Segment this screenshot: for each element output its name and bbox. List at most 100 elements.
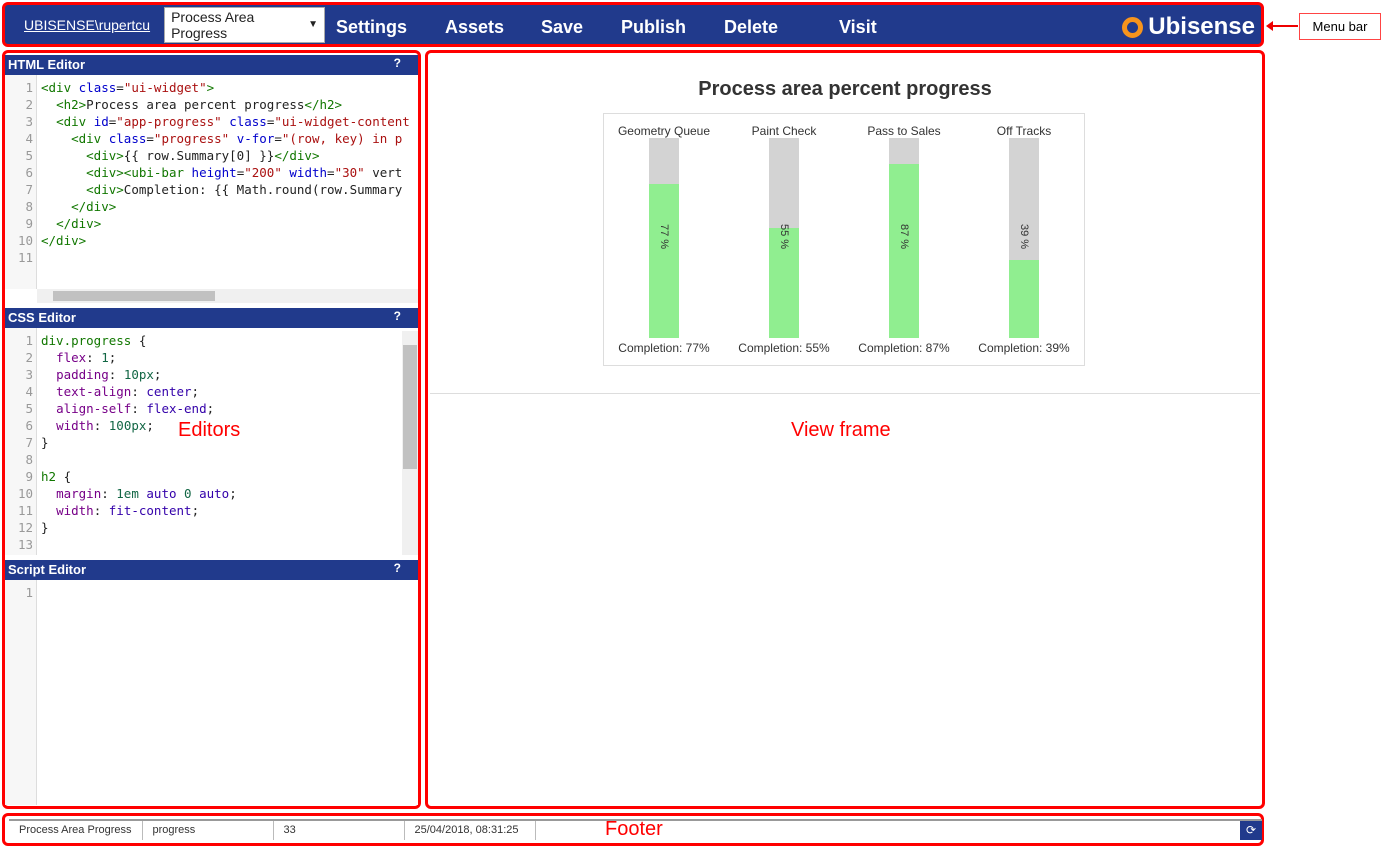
code-text: <div id="app-progress" class="ui-widget-…	[56, 114, 410, 129]
css-editor-help-button[interactable]: ?	[394, 309, 401, 323]
view-frame-annotation: View frame	[791, 419, 891, 441]
line-number: 9	[25, 469, 33, 484]
code-line: 7 <div>Completion: {{ Math.round(row.Sum…	[5, 181, 418, 198]
html-editor[interactable]: 1 <div class="ui-widget"> 2 <h2>Process ar…	[5, 75, 418, 289]
code-line: 9 </div>	[5, 215, 418, 232]
code-text: h2 {	[41, 469, 72, 484]
progress-bar-fill	[649, 184, 679, 338]
chart-title: Process area percent progress	[698, 78, 992, 100]
line-number: 11	[17, 503, 33, 518]
line-number: 13	[17, 537, 33, 552]
script-editor-header: Script Editor?	[5, 560, 418, 580]
code-text: margin: 1em auto 0 auto;	[56, 486, 237, 501]
code-line: 2 <h2>Process area percent progress</h2>	[5, 96, 418, 113]
logo-icon	[1122, 16, 1144, 38]
ubisense-logo: Ubisense	[1122, 13, 1255, 41]
line-number: 9	[25, 216, 33, 231]
code-text: div.progress {	[41, 333, 147, 348]
line-number: 12	[17, 520, 33, 535]
bar-value-label: 77 %	[658, 224, 670, 250]
delete-button[interactable]: Delete	[724, 17, 778, 38]
code-text: }	[41, 520, 49, 535]
assets-button[interactable]: Assets	[445, 17, 504, 38]
publish-button[interactable]: Publish	[621, 17, 686, 38]
code-line: 1	[5, 584, 418, 601]
progress-bar-fill	[889, 164, 919, 338]
progress-chart: Geometry Queue 77 % Completion: 77% Paint C…	[603, 113, 1085, 366]
bar-value-label: 39 %	[1018, 224, 1030, 250]
progress-bar-track: 77 %	[649, 138, 679, 338]
line-number: 7	[25, 182, 33, 197]
line-number: 7	[25, 435, 33, 450]
divider	[430, 393, 1260, 394]
line-number: 5	[25, 401, 33, 416]
save-button[interactable]: Save	[541, 17, 583, 38]
code-text: </div>	[56, 216, 102, 231]
line-number: 8	[25, 452, 33, 467]
code-text: <div><ubi-bar height="200" width="30" ve…	[86, 165, 403, 180]
code-text: text-align: center;	[56, 384, 200, 399]
footer-annotation: Footer	[605, 818, 663, 840]
progress-bar-track: 55 %	[769, 138, 799, 338]
code-line: 11 width: fit-content;	[5, 502, 418, 519]
code-line: 9 h2 {	[5, 468, 418, 485]
line-number: 2	[25, 97, 33, 112]
line-number: 1	[25, 585, 33, 600]
line-number: 10	[17, 233, 33, 248]
code-line: 3 <div id="app-progress" class="ui-widge…	[5, 113, 418, 130]
code-text: flex: 1;	[56, 350, 117, 365]
settings-button[interactable]: Settings	[336, 17, 407, 38]
line-number: 3	[25, 114, 33, 129]
code-line: 11	[5, 249, 418, 266]
code-text: width: 100px;	[56, 418, 154, 433]
refresh-icon[interactable]: ⟳	[1240, 821, 1262, 840]
widget-select-value: Process Area Progress	[171, 8, 255, 41]
code-line: 1 div.progress {	[5, 332, 418, 349]
code-line: 3 padding: 10px;	[5, 366, 418, 383]
script-editor-help-button[interactable]: ?	[394, 561, 401, 575]
completion-label: Completion: 87%	[858, 341, 950, 355]
css-editor-header: CSS Editor?	[5, 308, 418, 328]
code-text: width: fit-content;	[56, 503, 200, 518]
visit-button[interactable]: Visit	[839, 17, 877, 38]
user-link[interactable]: UBISENSE\rupertcu	[24, 17, 150, 33]
bar-value-label: 55 %	[778, 224, 790, 250]
completion-label: Completion: 77%	[618, 341, 710, 355]
css-editor-vscrollbar[interactable]	[402, 331, 418, 555]
footer-count: 33	[274, 821, 405, 840]
code-line: 2 flex: 1;	[5, 349, 418, 366]
line-number: 4	[25, 384, 33, 399]
script-editor[interactable]: 1	[5, 580, 418, 805]
line-number: 3	[25, 367, 33, 382]
code-text: </div>	[41, 233, 87, 248]
menu-bar-annotation: Menu bar	[1299, 13, 1381, 40]
widget-select[interactable]: Process Area Progress ▼	[164, 6, 326, 43]
line-number: 6	[25, 165, 33, 180]
code-line: 4 text-align: center;	[5, 383, 418, 400]
code-line: 10 </div>	[5, 232, 418, 249]
line-number: 10	[17, 486, 33, 501]
category-label: Geometry Queue	[617, 124, 711, 138]
line-number: 4	[25, 131, 33, 146]
bar-value-label: 87 %	[898, 224, 910, 250]
progress-bar-track: 39 %	[1009, 138, 1039, 338]
category-label: Off Tracks	[996, 124, 1052, 138]
editors-annotation: Editors	[178, 419, 241, 441]
progress-bar-fill	[1009, 260, 1039, 338]
annotation-arrow	[1266, 21, 1298, 31]
category-label: Paint Check	[751, 124, 817, 138]
line-number: 5	[25, 148, 33, 163]
code-line: 12}	[5, 519, 418, 536]
line-number: 2	[25, 350, 33, 365]
code-line: 4 <div class="progress" v-for="(row, key…	[5, 130, 418, 147]
html-editor-help-button[interactable]: ?	[394, 56, 401, 70]
code-text: <h2>Process area percent progress</h2>	[56, 97, 343, 112]
code-line: 10 margin: 1em auto 0 auto;	[5, 485, 418, 502]
line-number: 6	[25, 418, 33, 433]
dropdown-arrow-icon: ▼	[308, 19, 319, 30]
code-line: 8	[5, 451, 418, 468]
footer-widget-name: Process Area Progress	[9, 821, 143, 840]
code-text: <div>Completion: {{ Math.round(row.Summa…	[86, 182, 403, 197]
category-label: Pass to Sales	[867, 124, 941, 138]
html-editor-hscrollbar[interactable]	[37, 289, 418, 303]
